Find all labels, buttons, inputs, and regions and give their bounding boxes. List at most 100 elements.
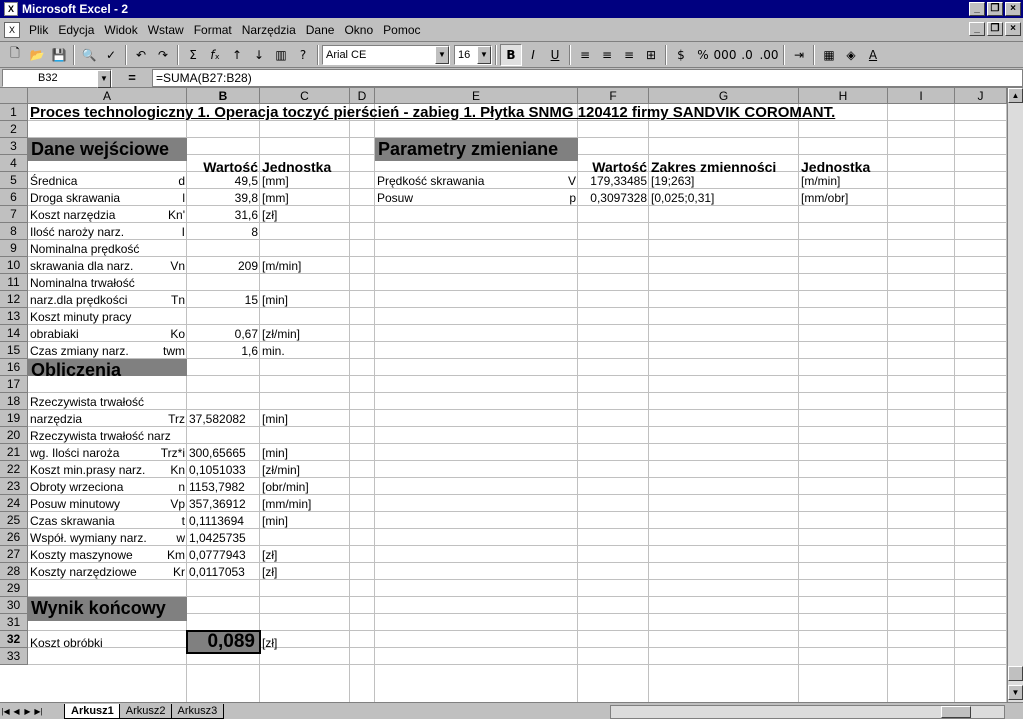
doc-restore-button[interactable]: ❐ xyxy=(987,22,1003,36)
column-header-h[interactable]: H xyxy=(799,88,888,104)
column-header-d[interactable]: D xyxy=(350,88,375,104)
menu-okno[interactable]: Okno xyxy=(339,23,378,37)
menu-narzedzia[interactable]: Narzędzia xyxy=(237,23,301,37)
save-icon[interactable]: 💾 xyxy=(48,44,70,66)
row-header-33[interactable]: 33 xyxy=(0,648,28,665)
name-box[interactable]: B32 ▼ xyxy=(2,68,112,88)
spreadsheet-grid[interactable]: A B C D E F G H I J 1 2 3 4 5 6 7 8 9 10 11 12 13 14 15 16 17 18 19 2… xyxy=(0,88,1007,702)
prev-sheet-icon[interactable]: ◀ xyxy=(11,705,22,718)
row-header-32[interactable]: 32 xyxy=(0,631,28,648)
font-select[interactable]: Arial CE ▼ xyxy=(322,44,450,65)
increase-decimal-icon[interactable]: .0 xyxy=(736,44,758,66)
row-header-5[interactable]: 5 xyxy=(0,172,28,189)
row-header-12[interactable]: 12 xyxy=(0,291,28,308)
font-color-icon[interactable]: A xyxy=(862,44,884,66)
redo-icon[interactable]: ↷ xyxy=(152,44,174,66)
new-icon[interactable]: 🗋 xyxy=(4,44,26,66)
tab-arkusz1[interactable]: Arkusz1 xyxy=(64,703,121,719)
menu-format[interactable]: Format xyxy=(189,23,237,37)
sort-asc-icon[interactable]: ↑ xyxy=(226,44,248,66)
help-icon[interactable]: ? xyxy=(292,44,314,66)
spelling-icon[interactable]: ✓ xyxy=(100,44,122,66)
align-right-icon[interactable]: ≡ xyxy=(618,44,640,66)
merge-icon[interactable]: ⊞ xyxy=(640,44,662,66)
menu-wstaw[interactable]: Wstaw xyxy=(143,23,189,37)
row-header-16[interactable]: 16 xyxy=(0,359,28,376)
chart-icon[interactable]: ▥ xyxy=(270,44,292,66)
row-header-9[interactable]: 9 xyxy=(0,240,28,257)
indent-icon[interactable]: ⇥ xyxy=(788,44,810,66)
column-header-i[interactable]: I xyxy=(888,88,955,104)
menu-widok[interactable]: Widok xyxy=(99,23,142,37)
currency-icon[interactable]: $ xyxy=(670,44,692,66)
row-header-1[interactable]: 1 xyxy=(0,104,28,121)
close-button[interactable]: × xyxy=(1005,2,1021,16)
align-center-icon[interactable]: ≡ xyxy=(596,44,618,66)
excel-app-icon[interactable]: X xyxy=(4,2,18,16)
undo-icon[interactable]: ↶ xyxy=(130,44,152,66)
row-header-15[interactable]: 15 xyxy=(0,342,28,359)
row-header-27[interactable]: 27 xyxy=(0,546,28,563)
row-header-24[interactable]: 24 xyxy=(0,495,28,512)
autosum-icon[interactable]: Σ xyxy=(182,44,204,66)
row-header-18[interactable]: 18 xyxy=(0,393,28,410)
tab-arkusz3[interactable]: Arkusz3 xyxy=(170,703,225,719)
row-header-13[interactable]: 13 xyxy=(0,308,28,325)
row-header-23[interactable]: 23 xyxy=(0,478,28,495)
last-sheet-icon[interactable]: ▶| xyxy=(33,705,44,718)
menu-plik[interactable]: Plik xyxy=(24,23,53,37)
scroll-thumb[interactable] xyxy=(1008,666,1023,681)
tab-arkusz2[interactable]: Arkusz2 xyxy=(118,703,173,719)
doc-close-button[interactable]: × xyxy=(1005,22,1021,36)
bold-icon[interactable]: B xyxy=(500,43,522,66)
column-header-j[interactable]: J xyxy=(955,88,1007,104)
open-icon[interactable]: 📂 xyxy=(26,44,48,66)
horizontal-scrollbar[interactable] xyxy=(610,705,1005,719)
align-left-icon[interactable]: ≡ xyxy=(574,44,596,66)
result-value-cell[interactable]: 0,089 xyxy=(186,630,261,654)
first-sheet-icon[interactable]: |◀ xyxy=(0,705,11,718)
print-preview-icon[interactable]: 🔍 xyxy=(78,44,100,66)
underline-icon[interactable]: U xyxy=(544,44,566,66)
row-header-28[interactable]: 28 xyxy=(0,563,28,580)
menu-edycja[interactable]: Edycja xyxy=(53,23,99,37)
row-header-17[interactable]: 17 xyxy=(0,376,28,393)
document-icon[interactable]: X xyxy=(4,21,20,38)
function-icon[interactable]: fₓ xyxy=(204,44,226,66)
vertical-scrollbar[interactable]: ▲ ▼ xyxy=(1007,88,1023,702)
column-header-b[interactable]: B xyxy=(187,88,260,104)
row-header-2[interactable]: 2 xyxy=(0,121,28,138)
row-header-25[interactable]: 25 xyxy=(0,512,28,529)
row-header-3[interactable]: 3 xyxy=(0,138,28,155)
percent-icon[interactable]: % xyxy=(692,44,714,66)
row-header-31[interactable]: 31 xyxy=(0,614,28,631)
column-header-e[interactable]: E xyxy=(375,88,578,104)
row-header-19[interactable]: 19 xyxy=(0,410,28,427)
decrease-decimal-icon[interactable]: .00 xyxy=(758,44,780,66)
menu-dane[interactable]: Dane xyxy=(301,23,340,37)
next-sheet-icon[interactable]: ▶ xyxy=(22,705,33,718)
row-header-22[interactable]: 22 xyxy=(0,461,28,478)
column-header-c[interactable]: C xyxy=(260,88,350,104)
scroll-down-icon[interactable]: ▼ xyxy=(1008,685,1023,700)
row-header-14[interactable]: 14 xyxy=(0,325,28,342)
row-header-8[interactable]: 8 xyxy=(0,223,28,240)
row-header-30[interactable]: 30 xyxy=(0,597,28,614)
menu-pomoc[interactable]: Pomoc xyxy=(378,23,425,37)
minimize-button[interactable]: _ xyxy=(969,2,985,16)
row-header-11[interactable]: 11 xyxy=(0,274,28,291)
formula-input[interactable]: =SUMA(B27:B28) xyxy=(152,68,1023,87)
scroll-up-icon[interactable]: ▲ xyxy=(1008,88,1023,103)
row-header-4[interactable]: 4 xyxy=(0,155,28,172)
restore-button[interactable]: ❐ xyxy=(987,2,1003,16)
row-header-10[interactable]: 10 xyxy=(0,257,28,274)
size-select[interactable]: 16 ▼ xyxy=(454,44,492,65)
doc-minimize-button[interactable]: _ xyxy=(969,22,985,36)
column-header-f[interactable]: F xyxy=(578,88,649,104)
row-header-7[interactable]: 7 xyxy=(0,206,28,223)
column-header-g[interactable]: G xyxy=(649,88,799,104)
thousands-icon[interactable]: 000 xyxy=(714,44,737,66)
row-header-6[interactable]: 6 xyxy=(0,189,28,206)
italic-icon[interactable]: I xyxy=(522,44,544,66)
select-all-corner[interactable] xyxy=(0,88,28,104)
